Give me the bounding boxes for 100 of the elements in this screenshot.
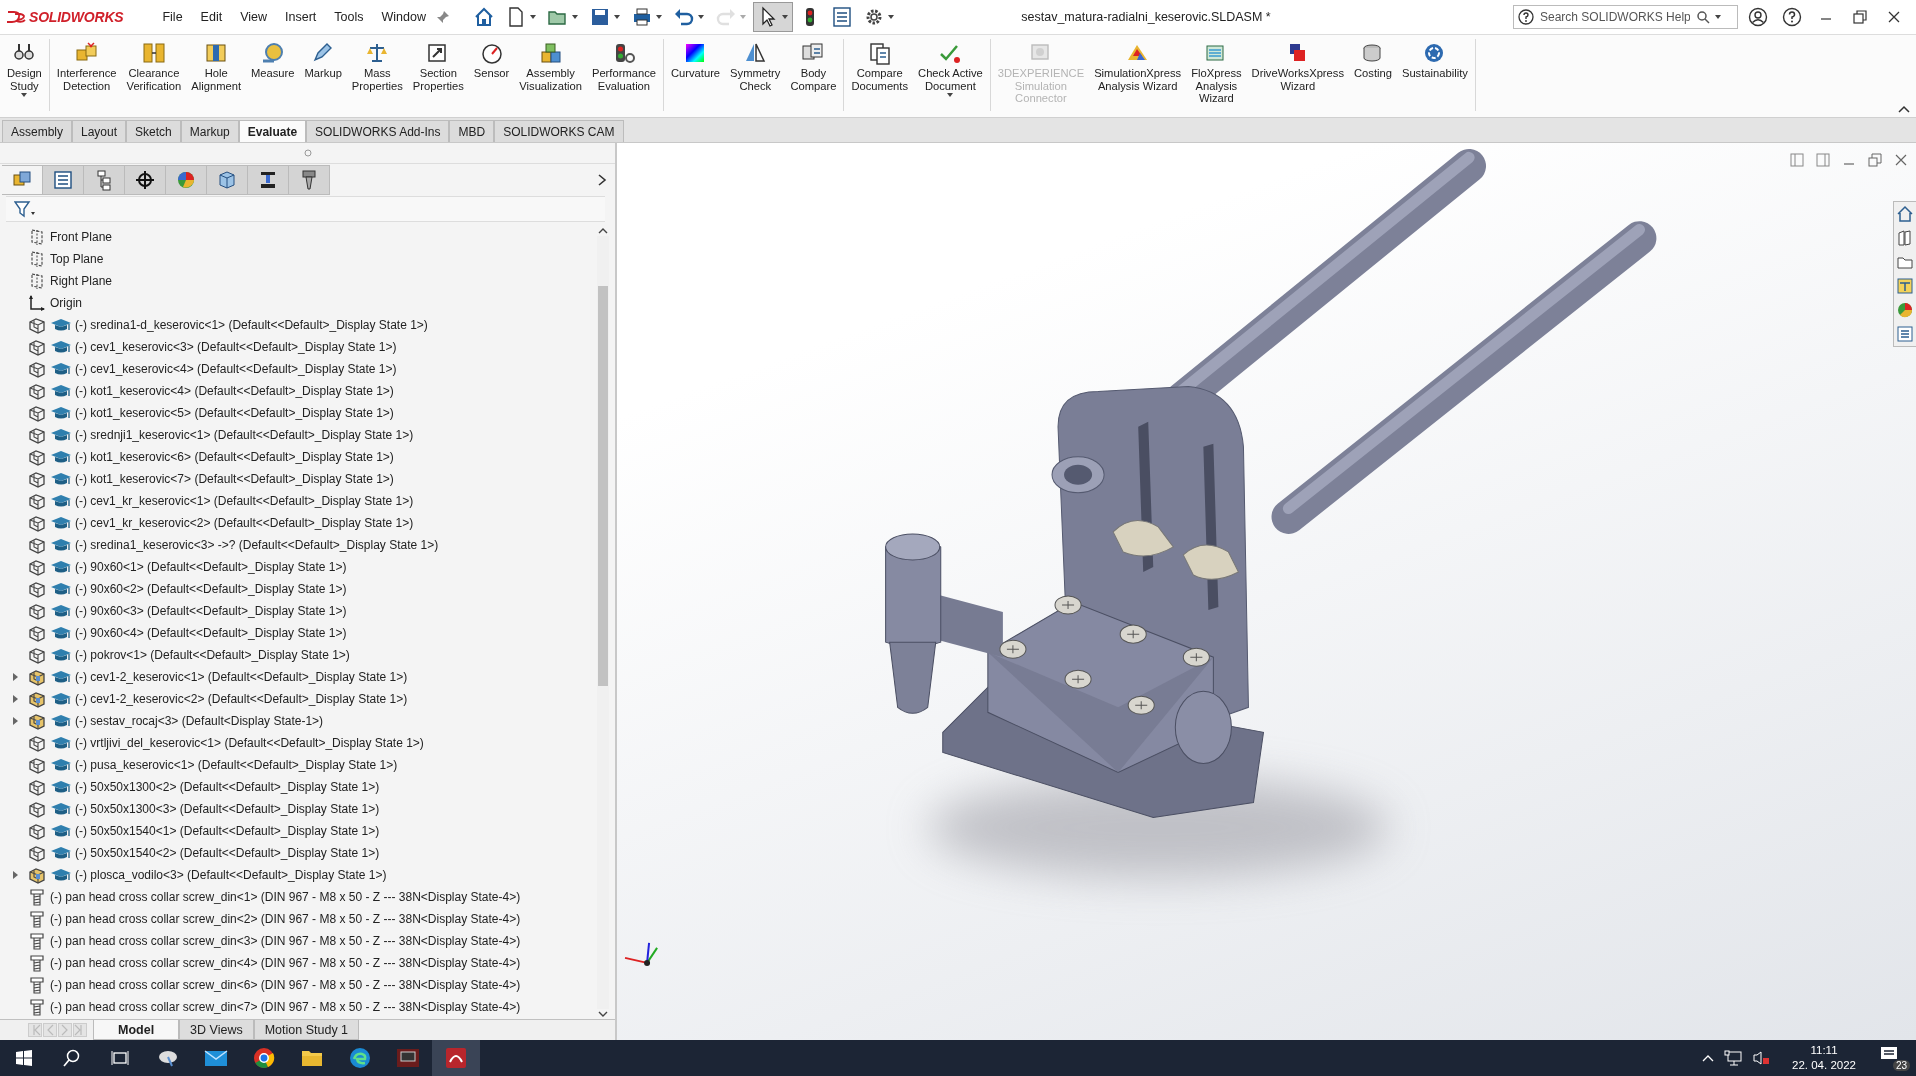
- tree-item[interactable]: (-) cev1_keserovic<4> (Default<<Default>_Display State 1>): [0, 358, 596, 380]
- tree-item[interactable]: (-) sredina1_keserovic<3> ->? (Default<<Default>_Display State 1>): [0, 534, 596, 556]
- tree-item[interactable]: (-) 90x60<1> (Default<<Default>_Display State 1>): [0, 556, 596, 578]
- close-icon[interactable]: [1894, 153, 1908, 167]
- ribbon-button[interactable]: Section Properties: [407, 39, 469, 111]
- ribbon-button[interactable]: SimulationXpress Analysis Wizard: [1089, 39, 1187, 111]
- tree-item[interactable]: (-) srednji1_keserovic<1> (Default<<Default>_Display State 1>): [0, 424, 596, 446]
- menu-item[interactable]: Insert: [276, 6, 326, 28]
- tree-item[interactable]: Right Plane: [0, 270, 596, 292]
- ribbon-button[interactable]: FloXpress Analysis Wizard: [1186, 39, 1247, 111]
- ribbon-button[interactable]: Hole Alignment: [186, 39, 246, 111]
- tree-item[interactable]: (-) pan head cross collar screw_din<1> (DIN 967 - M8 x 50 - Z --- 38N<Display State-4>): [0, 886, 596, 908]
- tree-item[interactable]: (-) vrtljivi_del_keserovic<1> (Default<<Default>_Display State 1>): [0, 732, 596, 754]
- tree-item[interactable]: (-) pan head cross collar screw_din<3> (DIN 967 - M8 x 50 - Z --- 38N<Display State-4>): [0, 930, 596, 952]
- ribbon-button[interactable]: Compare Documents: [846, 39, 914, 111]
- tree-item[interactable]: (-) pusa_keserovic<1> (Default<<Default>_Display State 1>): [0, 754, 596, 776]
- help-icon[interactable]: [1782, 7, 1802, 27]
- command-tab[interactable]: Evaluate: [238, 120, 307, 142]
- library-icon[interactable]: [1896, 229, 1914, 247]
- search-box[interactable]: Search SOLIDWORKS Help: [1513, 5, 1738, 29]
- tree-item[interactable]: Top Plane: [0, 248, 596, 270]
- menu-item[interactable]: Window: [372, 6, 435, 28]
- ribbon-button[interactable]: Assembly Visualization: [514, 39, 587, 111]
- tree-item[interactable]: (-) 90x60<2> (Default<<Default>_Display State 1>): [0, 578, 596, 600]
- search-field[interactable]: Search SOLIDWORKS Help: [1538, 9, 1692, 25]
- ribbon-button[interactable]: Measure: [246, 39, 300, 111]
- expand-arrow-icon[interactable]: [12, 694, 20, 704]
- network-icon[interactable]: [1724, 1050, 1743, 1066]
- bottom-tab[interactable]: Model: [93, 1020, 180, 1040]
- ribbon-button[interactable]: Curvature: [665, 39, 726, 111]
- tree-item[interactable]: (-) 50x50x1540<1> (Default<<Default>_Display State 1>): [0, 820, 596, 842]
- expand-arrow-icon[interactable]: [12, 672, 20, 682]
- home-icon[interactable]: [1896, 205, 1914, 223]
- clock[interactable]: 11:11 22. 04. 2022: [1780, 1043, 1868, 1073]
- palette-view-icon[interactable]: [1896, 277, 1914, 295]
- collapse-icon[interactable]: [1898, 105, 1910, 113]
- notification-button[interactable]: 23: [1878, 1043, 1908, 1073]
- expand-arrow-icon[interactable]: [12, 870, 20, 880]
- tree-item[interactable]: (-) plosca_vodilo<3> (Default<<Default>_Display State 1>): [0, 864, 596, 886]
- tree-item[interactable]: (-) 50x50x1300<3> (Default<<Default>_Display State 1>): [0, 798, 596, 820]
- tree-item[interactable]: (-) kot1_keserovic<7> (Default<<Default>_Display State 1>): [0, 468, 596, 490]
- tree-item[interactable]: (-) 50x50x1300<2> (Default<<Default>_Display State 1>): [0, 776, 596, 798]
- ribbon-button[interactable]: Performance Evaluation: [586, 39, 661, 111]
- command-tab[interactable]: Layout: [72, 120, 127, 142]
- tree-item[interactable]: (-) 90x60<3> (Default<<Default>_Display State 1>): [0, 600, 596, 622]
- restore-icon[interactable]: [1868, 153, 1882, 167]
- tree-item[interactable]: (-) 50x50x1540<2> (Default<<Default>_Display State 1>): [0, 842, 596, 864]
- menu-item[interactable]: File: [153, 6, 192, 28]
- color-ball-icon[interactable]: [1896, 301, 1914, 319]
- chevron-up-icon[interactable]: [1702, 1054, 1715, 1062]
- tree-item[interactable]: (-) pan head cross collar screw_din<6> (DIN 967 - M8 x 50 - Z --- 38N<Display State-4>): [0, 974, 596, 996]
- restore-icon[interactable]: [1850, 7, 1870, 27]
- menu-item[interactable]: View: [231, 6, 277, 28]
- scroll-up-icon[interactable]: [597, 226, 608, 236]
- command-tab[interactable]: Sketch: [126, 120, 181, 142]
- tree-item[interactable]: (-) cev1_kr_keserovic<2> (Default<<Default>_Display State 1>): [0, 512, 596, 534]
- ribbon-button[interactable]: Design Study: [2, 39, 47, 111]
- tree-item[interactable]: (-) kot1_keserovic<6> (Default<<Default>_Display State 1>): [0, 446, 596, 468]
- tree-item[interactable]: (-) sredina1-d_keserovic<1> (Default<<Default>_Display State 1>): [0, 314, 596, 336]
- ribbon-button[interactable]: Symmetry Check: [725, 39, 786, 111]
- bottom-tab[interactable]: 3D Views: [179, 1020, 254, 1040]
- tree-item[interactable]: (-) pokrov<1> (Default<<Default>_Display State 1>): [0, 644, 596, 666]
- ribbon-button[interactable]: Check Active Document: [913, 39, 988, 111]
- tree-item[interactable]: (-) pan head cross collar screw_din<4> (DIN 967 - M8 x 50 - Z --- 38N<Display State-4>): [0, 952, 596, 974]
- filter-icon[interactable]: [14, 200, 38, 218]
- menu-item[interactable]: Edit: [191, 6, 232, 28]
- tree-item[interactable]: (-) cev1_kr_keserovic<1> (Default<<Default>_Display State 1>): [0, 490, 596, 512]
- axis-triad-icon[interactable]: [624, 941, 659, 966]
- tree-item[interactable]: Front Plane: [0, 226, 596, 248]
- scroll-down-icon[interactable]: [597, 1009, 608, 1019]
- ribbon-button[interactable]: Markup: [299, 39, 347, 111]
- ribbon-button[interactable]: DriveWorksXpress Wizard: [1246, 39, 1349, 111]
- property-list-icon[interactable]: [1896, 325, 1914, 343]
- command-tab[interactable]: SOLIDWORKS Add-Ins: [306, 120, 450, 142]
- splitter-handle-icon[interactable]: [303, 149, 312, 157]
- expand-arrow-icon[interactable]: [12, 716, 20, 726]
- tree-item[interactable]: (-) cev1-2_keserovic<1> (Default<<Default>_Display State 1>): [0, 666, 596, 688]
- tree-item[interactable]: (-) cev1_keserovic<3> (Default<<Default>_Display State 1>): [0, 336, 596, 358]
- chevron-right-icon[interactable]: [597, 173, 607, 187]
- tree-item[interactable]: (-) cev1-2_keserovic<2> (Default<<Default>_Display State 1>): [0, 688, 596, 710]
- panel-tab[interactable]: [125, 165, 166, 195]
- command-tab[interactable]: Assembly: [2, 120, 72, 142]
- ribbon-button[interactable]: Mass Properties: [346, 39, 408, 111]
- ribbon-button[interactable]: Costing: [1349, 39, 1397, 111]
- ribbon-button[interactable]: Interference Detection: [51, 39, 122, 111]
- tree-item[interactable]: (-) kot1_keserovic<5> (Default<<Default>_Display State 1>): [0, 402, 596, 424]
- tree-item[interactable]: (-) kot1_keserovic<4> (Default<<Default>_Display State 1>): [0, 380, 596, 402]
- ribbon-button[interactable]: Body Compare: [785, 39, 842, 111]
- menu-item[interactable]: Tools: [325, 6, 373, 28]
- command-tab[interactable]: MBD: [449, 120, 495, 142]
- command-tab[interactable]: Markup: [180, 120, 239, 142]
- panel-tab[interactable]: [248, 165, 289, 195]
- tree-item[interactable]: Origin: [0, 292, 596, 314]
- tree-item[interactable]: (-) pan head cross collar screw_din<7> (DIN 967 - M8 x 50 - Z --- 38N<Display State-4>): [0, 996, 596, 1018]
- tree-item[interactable]: (-) 90x60<4> (Default<<Default>_Display State 1>): [0, 622, 596, 644]
- muted-speaker-icon[interactable]: [1752, 1050, 1771, 1066]
- command-tab[interactable]: SOLIDWORKS CAM: [494, 120, 624, 142]
- ribbon-button[interactable]: Sustainability: [1396, 39, 1473, 111]
- bottom-tab[interactable]: Motion Study 1: [253, 1020, 360, 1040]
- scrollbar-thumb[interactable]: [597, 286, 608, 686]
